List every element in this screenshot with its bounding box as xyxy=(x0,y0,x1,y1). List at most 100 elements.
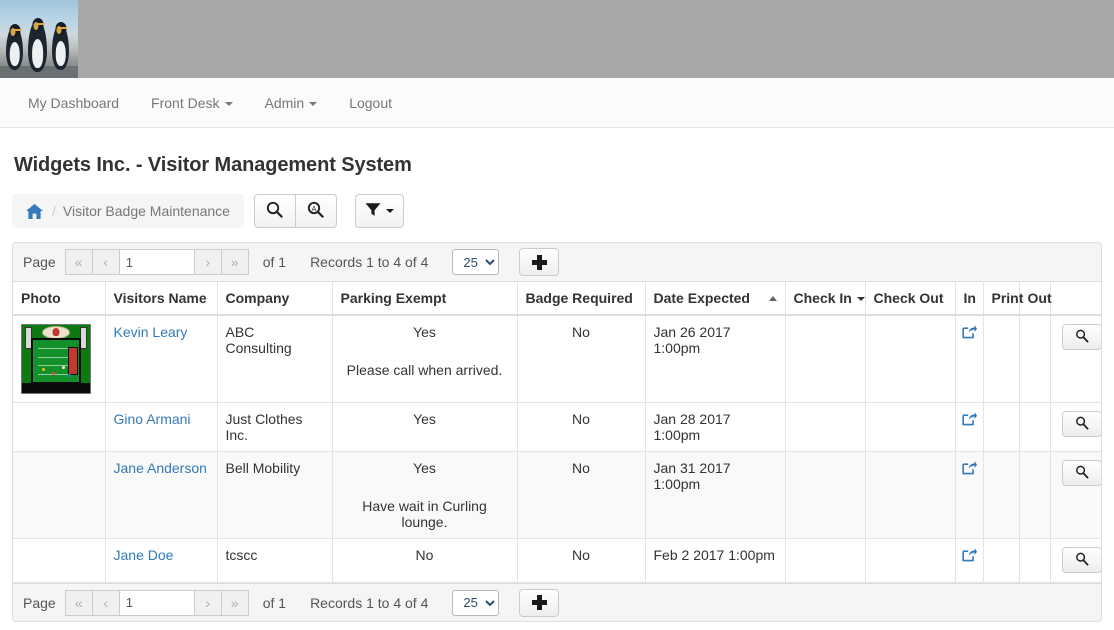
cell-print xyxy=(983,452,1019,539)
add-record-button[interactable] xyxy=(519,248,559,276)
first-page-button[interactable]: « xyxy=(65,590,93,616)
home-icon[interactable] xyxy=(26,204,43,219)
column-header-check-in[interactable]: Check In xyxy=(785,282,865,316)
view-record-button[interactable] xyxy=(1062,547,1102,573)
cell-check-out xyxy=(865,452,955,539)
cell-print xyxy=(983,539,1019,583)
penguin-belly xyxy=(32,39,44,68)
first-page-button[interactable]: « xyxy=(65,249,93,275)
svg-text:A: A xyxy=(312,206,317,213)
cell-date-expected: Jan 26 2017 1:00pm xyxy=(645,315,785,403)
page-number-input[interactable] xyxy=(119,590,195,616)
cell-check-out xyxy=(865,539,955,583)
penguin-head xyxy=(9,24,20,37)
plus-icon xyxy=(532,255,547,270)
column-header-out[interactable]: Out xyxy=(1019,282,1050,316)
visitor-name-link[interactable]: Gino Armani xyxy=(114,411,191,427)
visitor-table: Photo Visitors Name Company Parking Exem… xyxy=(13,281,1102,583)
cell-check-out xyxy=(865,315,955,403)
view-magnifier-icon xyxy=(1075,329,1089,346)
nav-item-front-desk[interactable]: Front Desk xyxy=(135,78,248,128)
game-post-right xyxy=(80,327,87,349)
parking-exempt-value: Yes xyxy=(341,324,509,340)
parking-exempt-value: Yes xyxy=(341,411,509,427)
column-header-in[interactable]: In xyxy=(955,282,983,316)
penguin-belly xyxy=(55,41,66,66)
column-label: Photo xyxy=(21,290,61,306)
visitor-photo-thumbnail[interactable] xyxy=(21,324,91,394)
cell-company: Just Clothes Inc. xyxy=(217,403,332,452)
check-in-share-icon[interactable] xyxy=(962,326,977,342)
penguin-beak xyxy=(14,29,22,31)
parking-exempt-value: Yes xyxy=(341,460,509,476)
nav-item-admin[interactable]: Admin xyxy=(249,78,334,128)
page-size-select[interactable]: 25 xyxy=(452,590,499,616)
filter-icon xyxy=(365,202,381,220)
visitor-name-link[interactable]: Jane Doe xyxy=(114,547,174,563)
advanced-search-button[interactable]: A xyxy=(295,194,337,228)
cell-parking-exempt: Yes Please call when arrived. xyxy=(332,315,517,403)
visitor-name-link[interactable]: Kevin Leary xyxy=(114,324,188,340)
cell-badge-required: No xyxy=(517,452,645,539)
view-record-button[interactable] xyxy=(1062,324,1102,350)
page-size-select[interactable]: 25 xyxy=(452,249,499,275)
nav-item-label: My Dashboard xyxy=(28,95,119,111)
cell-parking-exempt: Yes xyxy=(332,403,517,452)
cell-company: tcscc xyxy=(217,539,332,583)
cell-parking-exempt: Yes Have wait in Curling lounge. xyxy=(332,452,517,539)
breadcrumb-current: Visitor Badge Maintenance xyxy=(63,203,230,219)
prev-page-button[interactable]: ‹ xyxy=(92,590,120,616)
cell-photo xyxy=(13,539,105,583)
page-number-input[interactable] xyxy=(119,249,195,275)
filter-button[interactable] xyxy=(355,194,404,228)
column-header-date-expected[interactable]: Date Expected xyxy=(645,282,785,316)
records-count-label: Records 1 to 4 of 4 xyxy=(310,595,428,611)
check-in-share-icon[interactable] xyxy=(962,462,977,478)
column-header-photo[interactable]: Photo xyxy=(13,282,105,316)
cell-print xyxy=(983,403,1019,452)
nav-item-my-dashboard[interactable]: My Dashboard xyxy=(12,78,135,128)
cell-badge-required: No xyxy=(517,539,645,583)
cell-visitor-name: Jane Anderson xyxy=(105,452,217,539)
prev-page-button[interactable]: ‹ xyxy=(92,249,120,275)
table-row: Jane Doe tcscc No No Feb 2 2017 1:00pm xyxy=(13,539,1102,583)
page-content: Widgets Inc. - Visitor Management System… xyxy=(0,154,1114,622)
cell-actions xyxy=(1050,403,1102,452)
page-title: Widgets Inc. - Visitor Management System xyxy=(12,154,1102,177)
next-page-button[interactable]: › xyxy=(194,249,222,275)
column-header-check-out[interactable]: Check Out xyxy=(865,282,955,316)
cell-parking-exempt: No xyxy=(332,539,517,583)
view-magnifier-icon xyxy=(1075,552,1089,569)
last-page-button[interactable]: » xyxy=(221,249,249,275)
column-header-visitors-name[interactable]: Visitors Name xyxy=(105,282,217,316)
cell-date-expected: Feb 2 2017 1:00pm xyxy=(645,539,785,583)
view-magnifier-icon xyxy=(1075,465,1089,482)
parking-note: Please call when arrived. xyxy=(341,362,509,378)
view-record-button[interactable] xyxy=(1062,460,1102,486)
pager-label: Page xyxy=(23,595,56,611)
cell-photo xyxy=(13,452,105,539)
last-page-button[interactable]: » xyxy=(221,590,249,616)
column-header-badge-required[interactable]: Badge Required xyxy=(517,282,645,316)
column-header-parking-exempt[interactable]: Parking Exempt xyxy=(332,282,517,316)
nav-item-logout[interactable]: Logout xyxy=(333,78,408,128)
next-page-button[interactable]: › xyxy=(194,590,222,616)
visitor-grid-panel: Page « ‹ › » of 1 Records 1 to 4 of 4 25 xyxy=(12,242,1102,622)
check-in-share-icon[interactable] xyxy=(962,549,977,565)
cell-out xyxy=(1019,452,1050,539)
chevron-down-icon xyxy=(309,102,317,106)
check-in-share-icon[interactable] xyxy=(962,413,977,429)
view-record-button[interactable] xyxy=(1062,411,1102,437)
column-header-company[interactable]: Company xyxy=(217,282,332,316)
game-scoreboard xyxy=(68,347,78,375)
game-console-base xyxy=(22,383,90,393)
visitor-name-link[interactable]: Jane Anderson xyxy=(114,460,207,476)
add-record-button[interactable] xyxy=(519,589,559,617)
column-label: Check In xyxy=(794,290,852,306)
column-header-print[interactable]: Print xyxy=(983,282,1019,316)
cell-actions xyxy=(1050,452,1102,539)
search-button[interactable] xyxy=(254,194,296,228)
parking-exempt-value: No xyxy=(341,547,509,563)
column-label: Badge Required xyxy=(526,290,633,306)
table-row: Jane Anderson Bell Mobility Yes Have wai… xyxy=(13,452,1102,539)
